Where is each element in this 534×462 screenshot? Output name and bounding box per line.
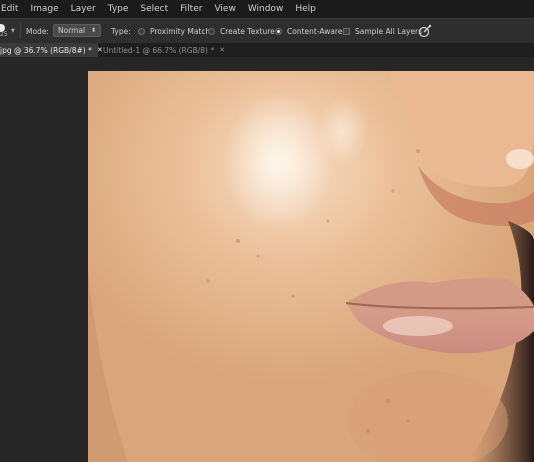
menu-help[interactable]: Help [289,4,322,14]
menu-window[interactable]: Window [242,4,290,14]
chevron-updown-icon: ⬍ [90,27,96,34]
brush-pressure-icon [418,24,432,38]
menu-bar: Edit Image Layer Type Select Filter View… [0,0,534,18]
checkbox-label: Sample All Layers [355,26,423,36]
face-photo [88,71,534,462]
workspace[interactable] [0,57,534,462]
mode-value: Normal [58,26,86,35]
brush-preset-picker[interactable]: 25 ▼ [0,19,18,43]
type-label: Type: [111,26,131,36]
radio-create-texture[interactable]: Create Texture [208,19,275,43]
tab-label: Untitled-1 @ 66.7% (RGB/8) * [103,45,215,55]
tab-document-untitled[interactable]: Untitled-1 @ 66.7% (RGB/8) * ✕ [100,43,225,57]
document-canvas[interactable] [88,71,534,462]
document-tabs: jpg @ 36.7% (RGB/8#) * ✕ Untitled-1 @ 66… [0,43,534,57]
options-bar: 25 ▼ Mode: Normal ⬍ Type: Proximity Matc… [0,18,534,44]
radio-content-aware[interactable]: Content-Aware [275,19,342,43]
radio-button[interactable] [208,27,215,35]
menu-image[interactable]: Image [24,4,64,14]
checkbox[interactable] [343,27,350,35]
radio-button[interactable] [138,27,145,35]
sample-all-layers-checkbox[interactable]: Sample All Layers [343,19,422,43]
menu-view[interactable]: View [208,4,241,14]
divider [20,23,21,39]
menu-edit[interactable]: Edit [0,4,24,14]
menu-layer[interactable]: Layer [65,4,102,14]
radio-label: Create Texture [220,26,275,36]
chevron-down-icon: ▼ [11,28,15,34]
mode-label: Mode: [26,26,49,36]
radio-label: Proximity Match [150,26,211,36]
tab-document-active[interactable]: jpg @ 36.7% (RGB/8#) * ✕ [0,43,103,57]
radio-proximity-match[interactable]: Proximity Match [138,19,210,43]
menu-select[interactable]: Select [134,4,174,14]
radio-label: Content-Aware [287,26,343,36]
radio-button-selected[interactable] [275,27,282,35]
menu-filter[interactable]: Filter [174,4,208,14]
brush-pressure-button[interactable] [418,19,432,43]
mode-dropdown[interactable]: Normal ⬍ [53,24,101,37]
brush-size: 25 [0,31,8,38]
close-icon[interactable]: ✕ [219,46,225,54]
menu-type[interactable]: Type [102,4,135,14]
tab-label: jpg @ 36.7% (RGB/8#) * [0,45,92,55]
